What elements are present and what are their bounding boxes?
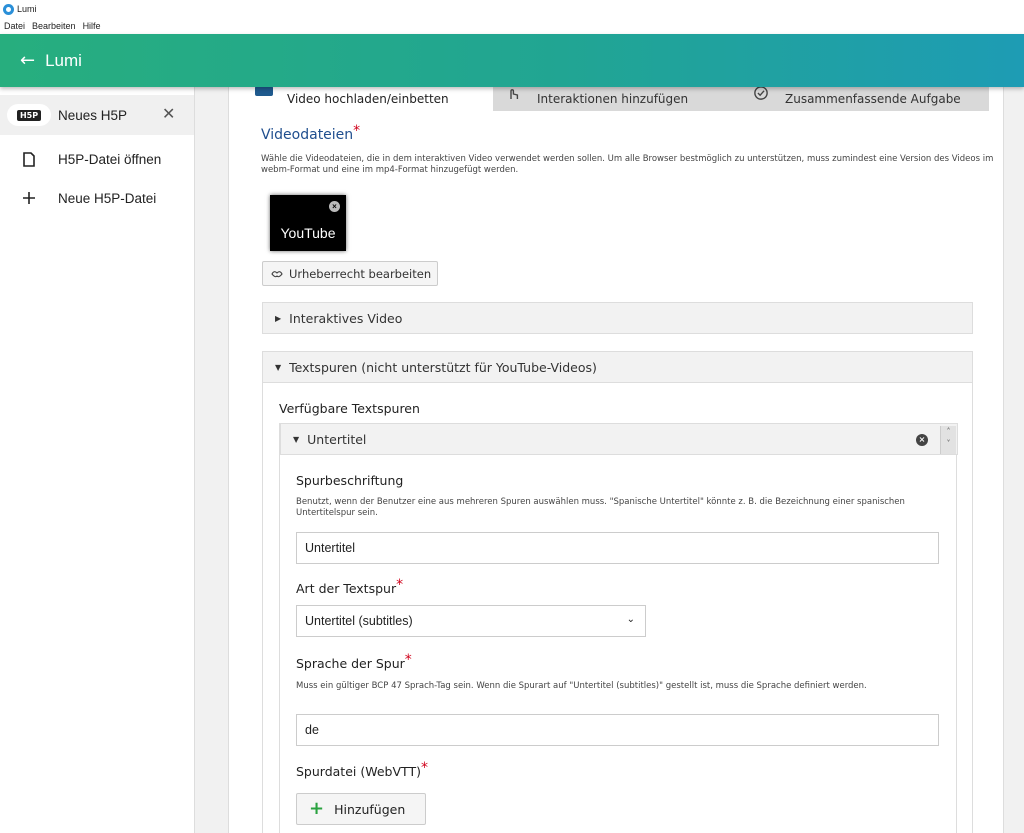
track-label-heading: Spurbeschriftung (296, 473, 404, 488)
sidebar-item-label: Neues H5P (58, 107, 128, 123)
track-item: ▼ Untertitel × ˄ ˅ Spurbeschriftung Benu… (279, 423, 958, 833)
close-icon[interactable]: ✕ (162, 104, 175, 124)
caret-right-icon: ▶ (275, 313, 282, 323)
available-tracks-label: Verfügbare Textspuren (279, 401, 420, 416)
thumbnail-label: YouTube (280, 225, 336, 241)
remove-track-icon[interactable]: × (916, 434, 928, 446)
track-lang-heading: Sprache der Spur* (296, 652, 412, 671)
editor-panel: Video hochladen/einbetten Interaktionen … (228, 86, 1004, 833)
sidebar-item-label: H5P-Datei öffnen (58, 151, 162, 167)
main-area: Video hochladen/einbetten Interaktionen … (195, 86, 1024, 833)
remove-video-icon[interactable]: × (329, 201, 340, 212)
plus-icon: + (309, 798, 325, 819)
sidebar-item-new-file[interactable]: Neue H5P-Datei (0, 178, 194, 218)
sidebar-item-new-h5p[interactable]: H5P Neues H5P ✕ (0, 95, 194, 135)
track-kind-heading: Art der Textspur* (296, 577, 404, 596)
video-thumbnail[interactable]: YouTube × (270, 195, 346, 251)
track-file-heading: Spurdatei (WebVTT)* (296, 760, 428, 779)
h5p-logo-icon: H5P (7, 104, 51, 126)
tab-video-upload[interactable]: Video hochladen/einbetten (243, 86, 493, 111)
file-icon (23, 151, 35, 167)
track-kind-select[interactable]: Untertitel (subtitles) ⌄ (296, 605, 646, 637)
caret-down-icon: ▼ (275, 362, 282, 372)
touch-icon (505, 86, 525, 100)
app-title: Lumi (45, 50, 82, 70)
app-bar: ← Lumi (0, 34, 1024, 87)
menubar: Datei Bearbeiten Hilfe (0, 18, 1024, 34)
arrow-left-icon[interactable]: ← (20, 50, 35, 71)
chevron-down-icon: ⌄ (626, 614, 635, 625)
tab-interactions[interactable]: Interaktionen hinzufügen (493, 87, 741, 111)
track-lang-input[interactable]: de (296, 714, 939, 746)
text-tracks-body: Verfügbare Textspuren ▼ Untertitel × ˄ ˅… (262, 383, 973, 833)
track-label-input[interactable]: Untertitel (296, 532, 939, 564)
add-track-file-button[interactable]: + Hinzufügen (296, 793, 426, 825)
editor-tabs: Video hochladen/einbetten Interaktionen … (243, 86, 989, 111)
caret-down-icon: ▼ (293, 434, 300, 444)
menu-hilfe[interactable]: Hilfe (83, 21, 101, 31)
track-item-title: Untertitel (307, 431, 367, 447)
chevron-down-icon[interactable]: ˅ (941, 438, 956, 450)
check-circle-icon (753, 86, 773, 100)
window-titlebar: Lumi (0, 0, 1024, 18)
sidebar-item-label: Neue H5P-Datei (58, 190, 157, 206)
track-label-description: Benutzt, wenn der Benutzer eine aus mehr… (296, 497, 905, 518)
order-control[interactable]: ˄ ˅ (940, 426, 956, 454)
menu-bearbeiten[interactable]: Bearbeiten (32, 21, 76, 31)
tab-summary[interactable]: Zusammenfassende Aufgabe (741, 86, 989, 111)
group-text-tracks[interactable]: ▼ Textspuren (nicht unterstützt für YouT… (262, 351, 973, 383)
video-icon (255, 86, 275, 100)
window-title: Lumi (17, 4, 37, 14)
track-lang-description: Muss ein gültiger BCP 47 Sprach-Tag sein… (296, 681, 867, 691)
handshake-icon (271, 270, 283, 277)
sidebar-item-open-file[interactable]: H5P-Datei öffnen (0, 139, 194, 179)
lumi-app-icon (3, 3, 14, 15)
copyright-button[interactable]: Urheberrecht bearbeiten (262, 261, 438, 286)
group-interactive-video[interactable]: ▶ Interaktives Video (262, 302, 973, 334)
videofiles-title: Videodateien* (261, 123, 361, 143)
plus-icon (23, 192, 35, 204)
track-item-header[interactable]: ▼ Untertitel × ˄ ˅ (280, 423, 958, 455)
sidebar: H5P Neues H5P ✕ H5P-Datei öffnen Neue H5… (0, 87, 195, 833)
menu-datei[interactable]: Datei (4, 21, 25, 31)
videofiles-description: Wähle die Videodateien, die in dem inter… (261, 154, 994, 175)
chevron-up-icon[interactable]: ˄ (941, 426, 956, 438)
